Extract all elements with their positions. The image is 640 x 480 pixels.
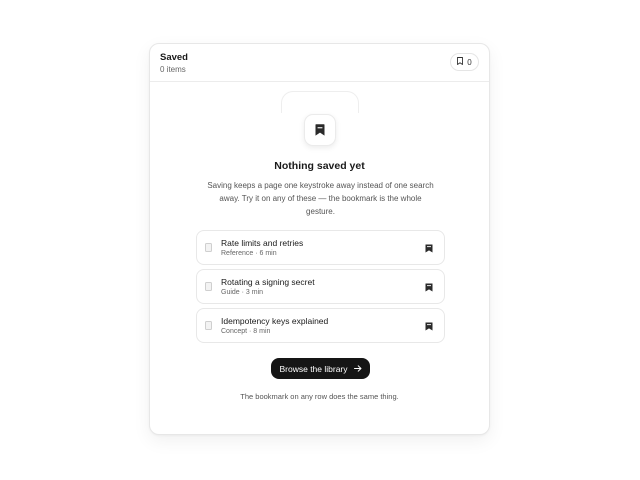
bookmark-icon bbox=[457, 57, 464, 67]
document-icon bbox=[205, 243, 212, 252]
document-icon bbox=[205, 282, 212, 291]
suggestion-row[interactable]: Rate limits and retries Reference · 6 mi… bbox=[196, 230, 445, 265]
suggestion-title: Rotating a signing secret bbox=[221, 277, 315, 287]
suggestion-title: Rate limits and retries bbox=[221, 238, 304, 248]
bookmark-icon[interactable] bbox=[425, 322, 433, 331]
suggestion-list: Rate limits and retries Reference · 6 mi… bbox=[196, 230, 445, 347]
suggestion-row[interactable]: Rotating a signing secret Guide · 3 min bbox=[196, 269, 445, 304]
panel-header: Saved 0 items 0 bbox=[150, 44, 489, 82]
item-count: 0 items bbox=[160, 65, 186, 74]
empty-state-description: Saving keeps a page one keystroke away i… bbox=[207, 181, 434, 216]
saved-panel: Saved 0 items 0 Nothing saved yet Saving… bbox=[149, 43, 490, 435]
saved-count-chip[interactable]: 0 bbox=[450, 53, 479, 71]
suggestion-title: Idempotency keys explained bbox=[221, 316, 329, 326]
empty-state-title: Nothing saved yet bbox=[274, 160, 365, 172]
footer-note: The bookmark on any row does the same th… bbox=[240, 392, 399, 401]
suggestion-meta: Guide · 3 min bbox=[221, 289, 264, 296]
browse-library-label: Browse the library bbox=[279, 363, 348, 374]
document-icon bbox=[205, 321, 212, 330]
bookmark-icon bbox=[304, 114, 336, 146]
bookmark-icon[interactable] bbox=[425, 283, 433, 292]
bookmark-icon[interactable] bbox=[425, 244, 433, 253]
saved-count: 0 bbox=[467, 57, 472, 67]
suggestion-meta: Concept · 8 min bbox=[221, 328, 271, 335]
suggestion-meta: Reference · 6 min bbox=[221, 250, 277, 257]
panel-title: Saved bbox=[160, 52, 188, 63]
suggestion-row[interactable]: Idempotency keys explained Concept · 8 m… bbox=[196, 308, 445, 343]
decorative-arc bbox=[281, 91, 359, 113]
arrow-right-icon bbox=[353, 364, 362, 374]
browse-library-button[interactable]: Browse the library bbox=[271, 358, 370, 379]
